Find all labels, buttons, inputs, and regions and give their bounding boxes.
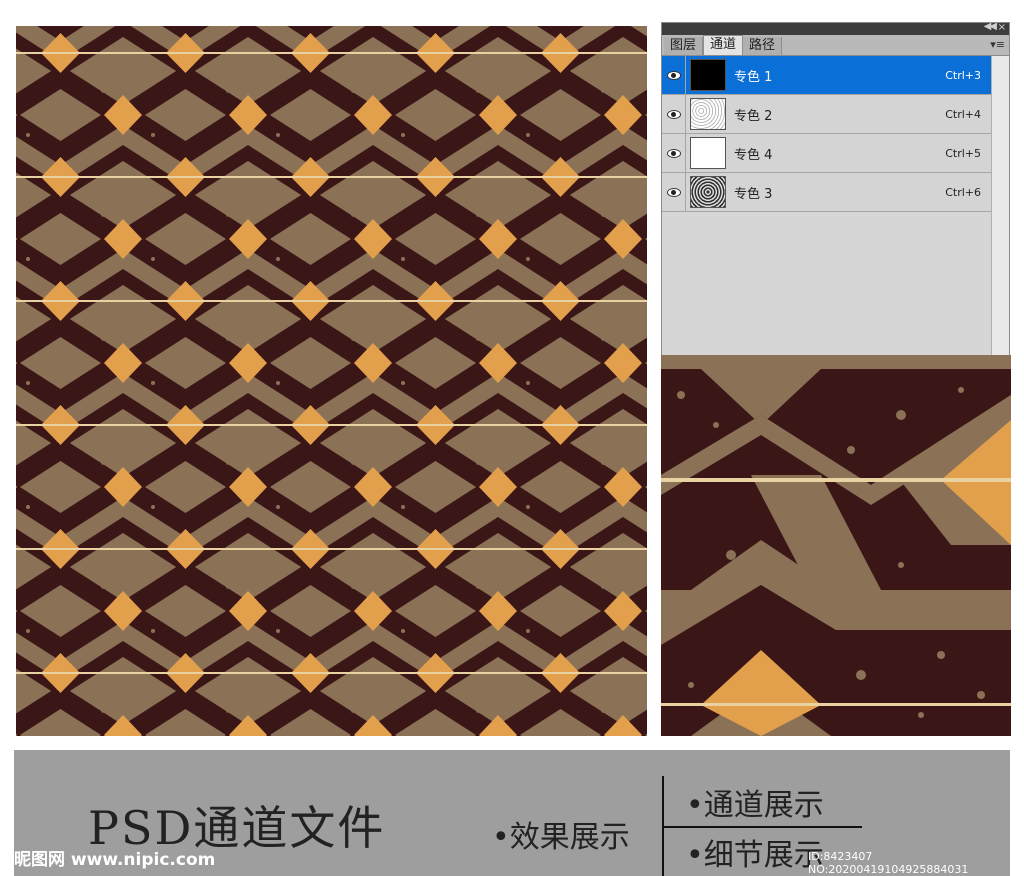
channel-shortcut: Ctrl+3 [945, 68, 981, 82]
detail-svg [661, 355, 1011, 736]
close-icon[interactable]: × [998, 22, 1006, 33]
divider-horizontal [662, 826, 862, 828]
channel-row-4[interactable]: 专色 3 Ctrl+6 [662, 173, 993, 212]
channels-panel: ◀◀ × 图层 通道 路径 ▾≡ 专色 1 Ctrl+3 专色 2 Ctrl+4… [661, 21, 1010, 356]
channel-list: 专色 1 Ctrl+3 专色 2 Ctrl+4 专色 4 Ctrl+5 专色 3… [662, 56, 993, 212]
collapse-icon[interactable]: ◀◀ [984, 21, 997, 32]
effect-label: •效果展示 [492, 820, 630, 855]
channel-shortcut: Ctrl+4 [945, 107, 981, 121]
detail-preview [661, 355, 1011, 736]
id-watermark: ID:8423407 NO:20200419104925884031 [808, 850, 969, 876]
panel-titlebar: ◀◀ × [662, 21, 1009, 35]
channel-thumbnail [690, 137, 726, 169]
pattern-svg [16, 26, 647, 736]
visibility-eye-icon[interactable] [662, 56, 686, 94]
channel-label: 专色 1 [734, 69, 773, 85]
channel-row-3[interactable]: 专色 4 Ctrl+5 [662, 134, 993, 173]
channel-label: 专色 3 [734, 186, 773, 202]
pattern-preview [16, 26, 647, 736]
channel-shortcut: Ctrl+6 [945, 185, 981, 199]
visibility-eye-icon[interactable] [662, 95, 686, 133]
detail-show-label: •细节展示 [686, 838, 824, 873]
visibility-eye-icon[interactable] [662, 134, 686, 172]
panel-scrollbar[interactable] [991, 56, 1009, 355]
channel-row-1[interactable]: 专色 1 Ctrl+3 [662, 56, 993, 95]
channel-label: 专色 2 [734, 108, 773, 124]
tab-channels[interactable]: 通道 [703, 35, 744, 55]
channel-show-label: •通道展示 [686, 788, 824, 823]
channel-thumbnail [690, 59, 726, 91]
tab-paths[interactable]: 路径 [743, 37, 783, 55]
channel-row-2[interactable]: 专色 2 Ctrl+4 [662, 95, 993, 134]
panel-menu-icon[interactable]: ▾≡ [990, 38, 1005, 51]
channel-thumbnail [690, 98, 726, 130]
panel-tabs: 图层 通道 路径 ▾≡ [662, 35, 1009, 56]
channel-thumbnail [690, 176, 726, 208]
tab-layers[interactable]: 图层 [664, 37, 704, 55]
visibility-eye-icon[interactable] [662, 173, 686, 211]
channel-shortcut: Ctrl+5 [945, 146, 981, 160]
site-watermark: 昵图网 www.nipic.com [14, 850, 216, 870]
channel-label: 专色 4 [734, 147, 773, 163]
